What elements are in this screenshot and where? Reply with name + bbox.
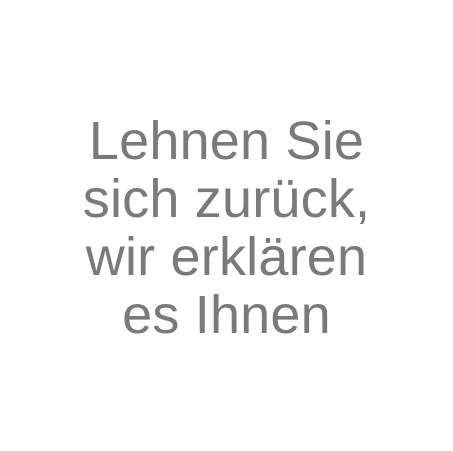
headline-line-1: Lehnen Sie	[88, 111, 365, 171]
headline-line-4: es Ihnen	[122, 285, 331, 345]
graphic-canvas: Lehnen Sie sich zurück, wir erklären es …	[0, 0, 453, 451]
headline-line-2: sich zurück,	[82, 169, 371, 229]
headline-line-3: wir erklären	[85, 227, 368, 287]
headline-text: Lehnen Sie sich zurück, wir erklären es …	[0, 112, 453, 344]
